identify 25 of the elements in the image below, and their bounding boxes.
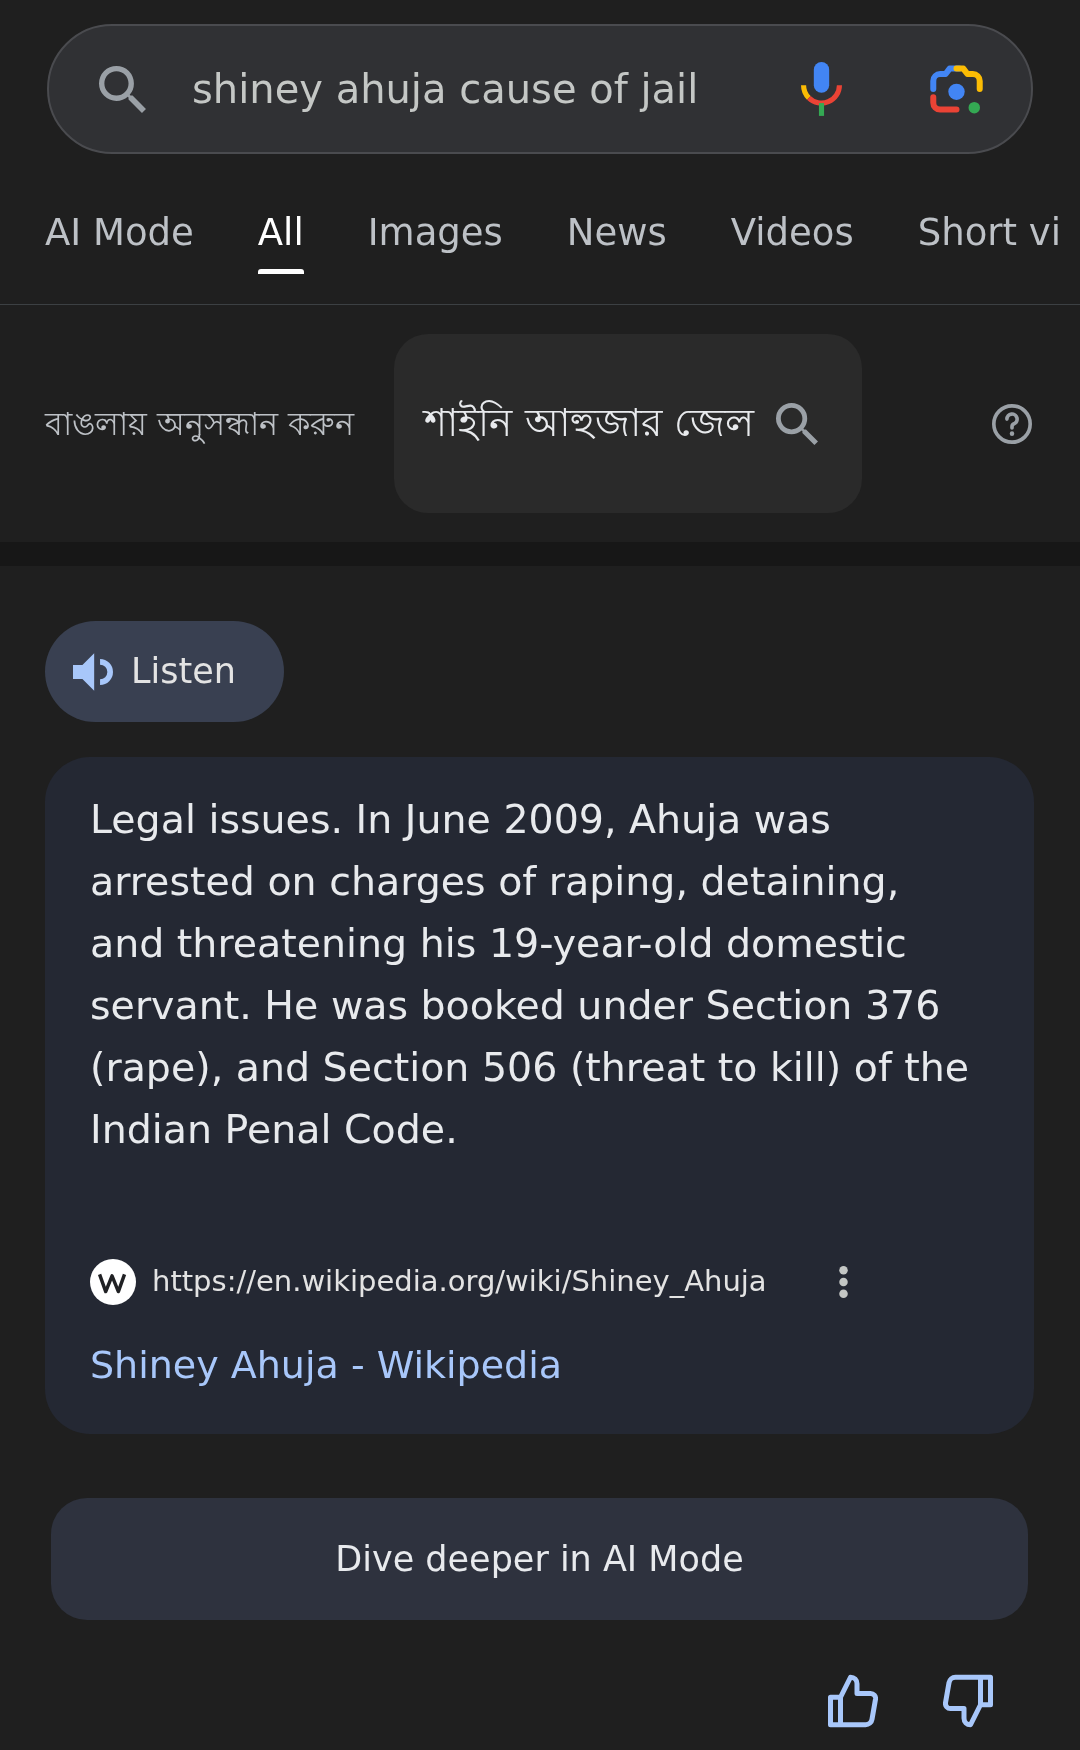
speaker-icon [73,652,113,691]
search-icon [99,65,146,113]
source-link[interactable]: Shiney Ahuja - Wikipedia [90,1337,562,1393]
search-language-prompt: বাঙলায় অনুসন্ধান করুন [45,403,355,446]
search-bar[interactable]: shiney ahuja cause of jail [47,24,1033,154]
tab[interactable]: AI Mode [45,211,194,274]
tab[interactable]: News [566,211,667,274]
translated-query-chip[interactable]: শাইনি আহুজার জেল [394,334,863,513]
tab[interactable]: All [257,211,304,274]
more-options-icon[interactable] [838,1266,848,1298]
source-url: https://en.wikipedia.org/wiki/Shiney_Ahuja [152,1263,767,1301]
search-input[interactable]: shiney ahuja cause of jail [192,59,801,119]
search-icon [776,402,819,445]
camera-icon[interactable] [930,64,983,114]
ai-mode-button[interactable]: Dive deeper in AI Mode [51,1498,1028,1620]
w-logo-icon [90,1259,136,1305]
tab[interactable]: Images [367,211,503,274]
thumbs-down-icon[interactable] [943,1674,993,1728]
microphone-icon[interactable] [801,61,842,117]
tab[interactable]: Short vi [917,211,1061,274]
help-icon[interactable] [992,403,1032,444]
thumbs-up-icon[interactable] [828,1674,878,1728]
answer-text: Legal issues. In June 2009, Ahuja was arrested on charges of raping, detaining, and threatening his 19-year-old domestic servant. He was booked under Section 376 (rape), and Section 506 (threat to kill) of the Indian Penal Code. [90,795,971,1154]
tab[interactable]: Videos [730,211,854,274]
listen-button[interactable]: Listen [45,621,284,722]
